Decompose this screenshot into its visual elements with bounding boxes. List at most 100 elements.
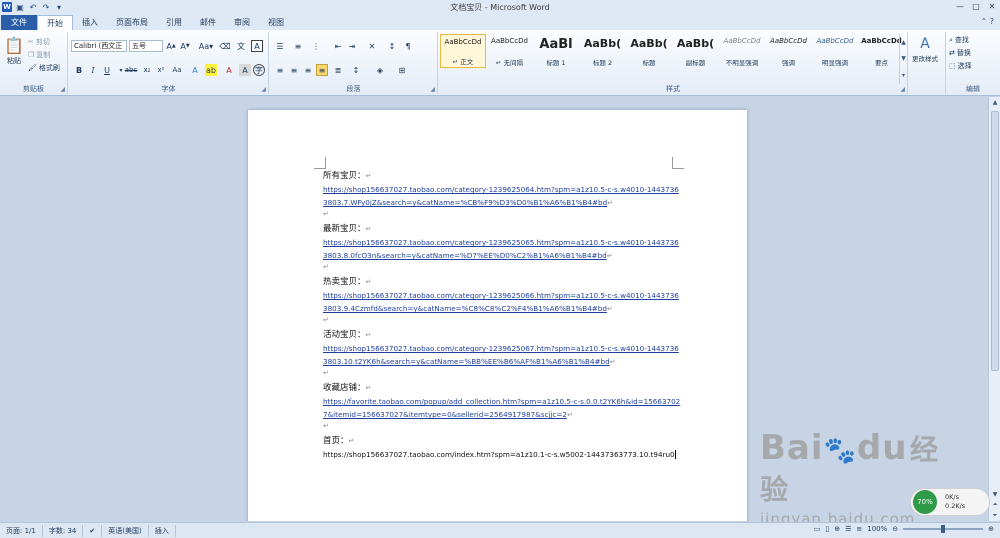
format-painter-button[interactable]: 🖌 格式刷: [28, 63, 60, 73]
hyperlink[interactable]: https://shop156637027.taobao.com/categor…: [323, 344, 679, 366]
tab-references[interactable]: 引用: [157, 15, 191, 30]
enclose-characters-icon[interactable]: 字: [253, 64, 265, 76]
network-speed-widget[interactable]: 70% 0K/s 0.2K/s: [910, 488, 990, 516]
zoom-in-icon[interactable]: ⊕: [988, 525, 994, 533]
increase-indent-icon[interactable]: ⇥: [346, 40, 358, 52]
strikethrough-icon[interactable]: abc: [125, 64, 138, 76]
shrink-font-icon[interactable]: A ▼: [179, 40, 191, 52]
more-icon[interactable]: ▾: [902, 72, 905, 79]
chevron-down-icon[interactable]: ▼: [901, 55, 906, 62]
dialog-launcher-icon[interactable]: ◢: [900, 86, 905, 93]
change-case-icon[interactable]: Aa▾: [197, 40, 215, 52]
style-strong[interactable]: AaBbCcDd 要点: [859, 34, 905, 68]
close-icon[interactable]: ✕: [984, 0, 1000, 12]
next-page-icon[interactable]: ⏷: [989, 511, 1000, 521]
zoom-out-icon[interactable]: ⊖: [892, 525, 898, 533]
dialog-launcher-icon[interactable]: ◢: [60, 86, 65, 93]
character-shading-icon[interactable]: Aa: [171, 64, 183, 76]
proofing-icon[interactable]: ✔: [83, 524, 103, 537]
print-layout-icon[interactable]: ▭: [814, 525, 821, 533]
bold-icon[interactable]: B: [73, 64, 85, 76]
distributed-icon[interactable]: ≣: [332, 64, 344, 76]
italic-icon[interactable]: I: [87, 64, 99, 76]
style-emphasis[interactable]: AaBbCcDd 强调: [766, 34, 812, 68]
tab-view[interactable]: 视图: [259, 15, 293, 30]
style-heading-1[interactable]: AaBl 标题 1: [533, 34, 579, 68]
replace-button[interactable]: ⇄ 替换: [949, 48, 971, 58]
cut-button[interactable]: ✂ 剪切: [28, 37, 50, 47]
align-center-icon[interactable]: ≡: [288, 64, 300, 76]
document-page[interactable]: 所有宝贝：↵ https://shop156637027.taobao.com/c…: [248, 110, 747, 521]
hyperlink[interactable]: https://shop156637027.taobao.com/categor…: [323, 291, 679, 313]
numbering-icon[interactable]: ≡: [292, 40, 304, 52]
document-body[interactable]: 所有宝贝：↵ https://shop156637027.taobao.com/c…: [323, 170, 683, 461]
show-marks-icon[interactable]: ¶: [402, 40, 414, 52]
maximize-icon[interactable]: □: [968, 0, 984, 12]
paragraph-shading-icon[interactable]: ◈: [374, 64, 386, 76]
scroll-up-icon[interactable]: ▲: [989, 97, 1000, 107]
highlight-icon[interactable]: ab: [205, 64, 217, 76]
page-count[interactable]: 页面: 1/1: [0, 524, 43, 537]
chevron-up-icon[interactable]: ▲: [901, 39, 906, 46]
help-icon[interactable]: ⌃ ?: [981, 17, 995, 26]
find-button[interactable]: ⌕ 查找: [949, 35, 969, 45]
tab-page-layout[interactable]: 页面布局: [107, 15, 157, 30]
customize-qat-icon[interactable]: ▾: [54, 2, 64, 12]
undo-icon[interactable]: ↶: [28, 2, 38, 12]
insert-mode[interactable]: 插入: [149, 524, 176, 537]
subscript-icon[interactable]: x₂: [141, 64, 153, 76]
hyperlink[interactable]: https://shop156637027.taobao.com/categor…: [323, 238, 679, 260]
styles-gallery-scroll[interactable]: ▲ ▼ ▾: [899, 34, 907, 84]
hyperlink[interactable]: https://favorite.taobao.com/popup/add_co…: [323, 397, 680, 419]
align-left-icon[interactable]: ≡: [274, 64, 286, 76]
dialog-launcher-icon[interactable]: ◢: [261, 86, 266, 93]
style-normal[interactable]: AaBbCcDd ↵ 正文: [440, 34, 486, 68]
tab-review[interactable]: 审阅: [225, 15, 259, 30]
style-subtle-emphasis[interactable]: AaBbCcDd 不明显强调: [719, 34, 765, 68]
minimize-icon[interactable]: —: [952, 0, 968, 12]
tab-mailings[interactable]: 邮件: [191, 15, 225, 30]
dialog-launcher-icon[interactable]: ◢: [430, 86, 435, 93]
grow-font-icon[interactable]: A ▲: [165, 40, 177, 52]
chinese-layout-icon[interactable]: ✕: [366, 40, 378, 52]
word-icon[interactable]: W: [2, 2, 12, 12]
style-heading-2[interactable]: AaBb( 标题 2: [580, 34, 626, 68]
style-subtitle[interactable]: AaBb( 副标题: [673, 34, 719, 68]
web-layout-icon[interactable]: ⊕: [834, 525, 840, 533]
bullets-icon[interactable]: ☰: [274, 40, 286, 52]
font-name-select[interactable]: Calibri (西文正: [71, 40, 127, 52]
style-no-spacing[interactable]: AaBbCcDd ↵ 无间隔: [487, 34, 533, 68]
decrease-indent-icon[interactable]: ⇤: [332, 40, 344, 52]
line-spacing-icon[interactable]: ↕: [350, 64, 362, 76]
zoom-level[interactable]: 100%: [867, 525, 887, 533]
shading-icon[interactable]: A: [239, 64, 251, 76]
zoom-slider-knob[interactable]: [941, 525, 946, 533]
sort-icon[interactable]: ↕: [386, 40, 398, 52]
draft-icon[interactable]: ≡: [856, 525, 862, 533]
hyperlink[interactable]: https://shop156637027.taobao.com/categor…: [323, 185, 679, 207]
font-color-icon[interactable]: A: [223, 64, 235, 76]
outline-icon[interactable]: ☰: [845, 525, 851, 533]
select-button[interactable]: ⬚ 选择: [949, 61, 972, 71]
tab-file[interactable]: 文件: [1, 15, 37, 30]
tab-insert[interactable]: 插入: [73, 15, 107, 30]
superscript-icon[interactable]: x²: [155, 64, 167, 76]
character-border-icon[interactable]: A: [251, 40, 263, 52]
save-icon[interactable]: ▣: [15, 2, 25, 12]
justify-icon[interactable]: ≡: [316, 64, 328, 76]
clear-formatting-icon[interactable]: ⌫: [219, 40, 231, 52]
align-right-icon[interactable]: ≡: [302, 64, 314, 76]
style-intense-emphasis[interactable]: AaBbCcDd 明显强调: [812, 34, 858, 68]
paste-button[interactable]: 📋 粘贴: [4, 36, 24, 66]
word-count[interactable]: 字数: 34: [43, 524, 84, 537]
change-styles-button[interactable]: A 更改样式: [908, 36, 942, 63]
previous-page-icon[interactable]: ⏶: [989, 500, 1000, 510]
plain-url-text[interactable]: https://shop156637027.taobao.com/index.h…: [323, 450, 675, 459]
style-title[interactable]: AaBb( 标题: [626, 34, 672, 68]
full-screen-reading-icon[interactable]: ▯: [825, 525, 829, 533]
scroll-thumb[interactable]: [991, 111, 999, 371]
vertical-scrollbar[interactable]: ▲ ▼ ⏶ ⏷: [988, 97, 1000, 521]
tab-home[interactable]: 开始: [37, 15, 73, 30]
language-status[interactable]: 英语(美国): [102, 524, 149, 537]
scroll-down-icon[interactable]: ▼: [989, 489, 1000, 499]
